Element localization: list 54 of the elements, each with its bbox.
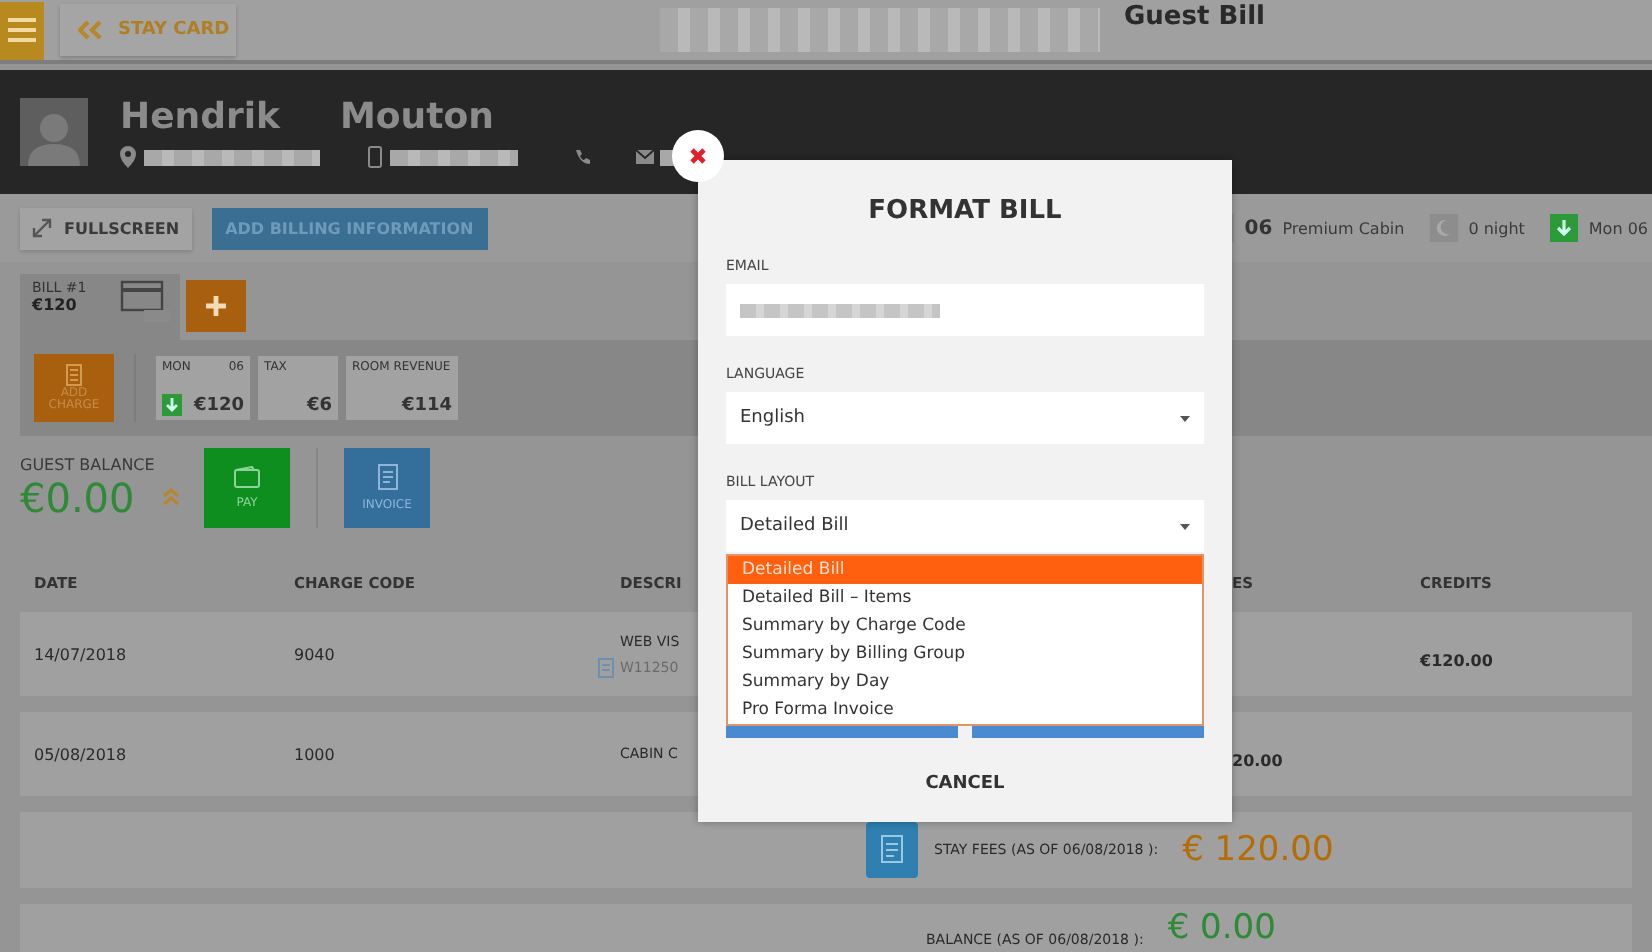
down-arrow-icon [162,394,182,416]
redacted-text [390,149,518,165]
room-type: Premium Cabin [1282,219,1405,237]
tile-value: €120 [193,395,244,415]
dropdown-option[interactable]: Summary by Billing Group [728,640,1202,668]
plus-icon [206,296,226,316]
moon-icon [1430,214,1459,242]
dropdown-option[interactable]: Summary by Charge Code [728,612,1202,640]
calculator-icon [66,364,82,386]
tile-value: €6 [306,396,332,416]
table-cell: €120.00 [1420,651,1493,669]
page-title: Guest Bill [1124,2,1265,32]
tile-value: €114 [401,396,452,416]
add-bill-button[interactable] [186,280,246,332]
dropdown-option[interactable]: Summary by Day [728,668,1202,696]
document-icon [866,822,918,878]
dialog-title: FORMAT BILL [866,196,1064,226]
double-chevron-up-icon [162,488,181,506]
bill-layout-select[interactable]: Detailed Bill [726,500,1204,552]
room-number: 06 [1244,217,1273,239]
table-cell: 20.00 [1232,751,1283,769]
balance-amount: €0.00 [20,473,135,521]
close-icon [690,148,706,164]
nights-count: 0 night [1468,219,1525,237]
caret-icon [1180,415,1190,421]
location-pin-icon [120,146,136,168]
menu-button[interactable] [0,1,44,59]
expand-icon [32,218,52,238]
last-name: Mouton [340,96,494,138]
document-icon [598,658,614,678]
table-cell-text: 05/08/2018 [34,745,129,763]
email-field[interactable] [726,284,1204,336]
table-cell-text: 1000 [294,745,337,763]
mobile-phone-icon [368,146,382,168]
total-amount: € 0.00 [1167,908,1276,948]
menu-icon [8,18,36,42]
table-cell-text: 9040 [294,645,337,663]
total-amount: € 120.00 [1182,830,1334,870]
envelope-icon [636,150,654,164]
phone-icon [574,148,592,166]
caret-icon [1180,523,1190,529]
document-icon [377,464,397,490]
table-cell-text: 14/07/2018 [34,645,129,663]
wallet-icon [234,466,260,488]
language-select[interactable]: English [726,392,1204,444]
balance-label: GUEST BALANCE [20,455,157,473]
double-chevron-left-icon [78,20,102,40]
arrival-date: Mon 06 [1588,219,1648,237]
first-name: Hendrik [120,96,280,138]
cancel-button[interactable]: CANCEL [917,770,1013,798]
dropdown-option[interactable]: Detailed Bill – Items [728,584,1202,612]
dropdown-option[interactable]: Pro Forma Invoice [728,696,1202,724]
fullscreen-button[interactable]: FULLSCREEN [20,207,192,249]
bill-amount: €120 [32,296,79,314]
